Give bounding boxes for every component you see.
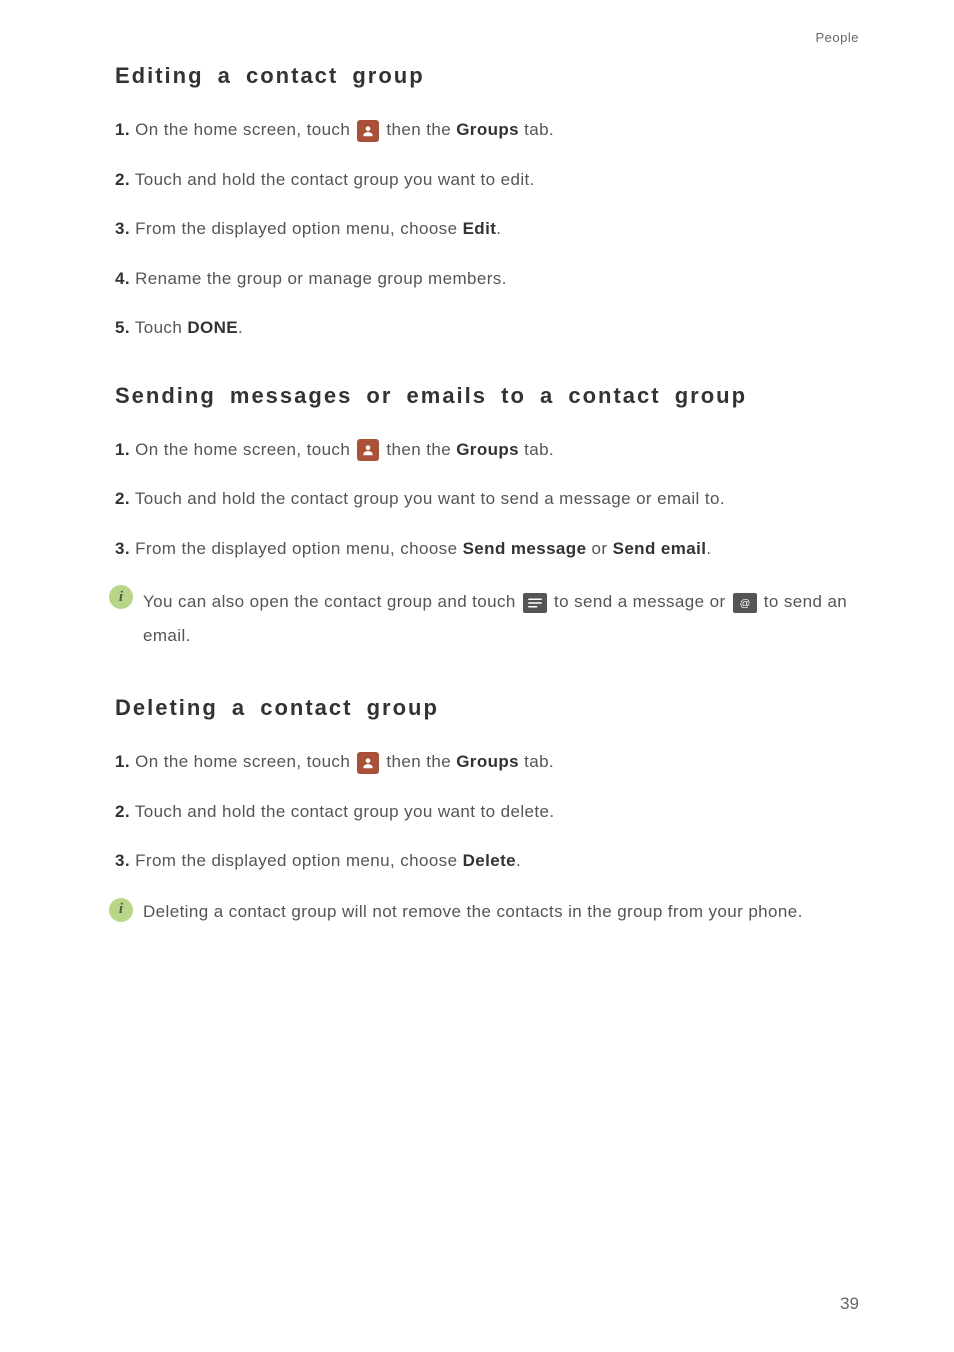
note-text-part: to send a message or [554, 592, 731, 611]
step-2-1: 1. On the home screen, touch then the Gr… [115, 437, 859, 463]
step-3-3: 3. From the displayed option menu, choos… [115, 848, 859, 874]
groups-label: Groups [456, 440, 519, 459]
step-text: Touch and hold the contact group you wan… [135, 802, 555, 821]
step-number: 2. [115, 489, 130, 508]
done-label: DONE [187, 318, 238, 337]
message-icon [523, 593, 547, 613]
step-text: Touch and hold the contact group you wan… [135, 489, 725, 508]
step-text: From the displayed option menu, choose [135, 539, 462, 558]
step-3-2: 2. Touch and hold the contact group you … [115, 799, 859, 825]
send-email-label: Send email [613, 539, 707, 558]
step-number: 1. [115, 440, 130, 459]
step-text: Rename the group or manage group members… [135, 269, 507, 288]
step-number: 3. [115, 851, 130, 870]
step-number: 2. [115, 802, 130, 821]
heading-editing-contact-group: Editing a contact group [115, 63, 859, 89]
step-1-3: 3. From the displayed option menu, choos… [115, 216, 859, 242]
step-1-4: 4. Rename the group or manage group memb… [115, 266, 859, 292]
step-number: 2. [115, 170, 130, 189]
edit-label: Edit [463, 219, 497, 238]
svg-text:@: @ [739, 597, 750, 609]
step-text: or [586, 539, 612, 558]
note-text: Deleting a contact group will not remove… [143, 898, 803, 925]
delete-label: Delete [463, 851, 516, 870]
step-text: tab. [519, 120, 554, 139]
step-text: tab. [519, 752, 554, 771]
step-text: . [238, 318, 243, 337]
header-section-label: People [115, 30, 859, 45]
groups-label: Groups [456, 752, 519, 771]
step-2-3: 3. From the displayed option menu, choos… [115, 536, 859, 562]
step-text: . [516, 851, 521, 870]
step-1-2: 2. Touch and hold the contact group you … [115, 167, 859, 193]
step-text: then the [386, 120, 456, 139]
step-text: From the displayed option menu, choose [135, 851, 462, 870]
step-text: On the home screen, touch [135, 440, 355, 459]
step-number: 1. [115, 120, 130, 139]
step-text: . [706, 539, 711, 558]
step-text: then the [386, 440, 456, 459]
step-text: On the home screen, touch [135, 120, 355, 139]
step-text: then the [386, 752, 456, 771]
step-3-1: 1. On the home screen, touch then the Gr… [115, 749, 859, 775]
info-icon: i [109, 585, 133, 609]
step-1-1: 1. On the home screen, touch then the Gr… [115, 117, 859, 143]
step-text: tab. [519, 440, 554, 459]
contacts-icon [357, 120, 379, 142]
step-number: 4. [115, 269, 130, 288]
note-text-part: You can also open the contact group and … [143, 592, 521, 611]
step-text: . [496, 219, 501, 238]
step-text: Touch and hold the contact group you wan… [135, 170, 535, 189]
page-number: 39 [840, 1294, 859, 1314]
step-number: 5. [115, 318, 130, 337]
send-message-label: Send message [463, 539, 587, 558]
info-note: i Deleting a contact group will not remo… [109, 898, 859, 925]
groups-label: Groups [456, 120, 519, 139]
note-text: You can also open the contact group and … [143, 585, 859, 653]
step-number: 3. [115, 539, 130, 558]
step-2-2: 2. Touch and hold the contact group you … [115, 486, 859, 512]
contacts-icon [357, 752, 379, 774]
info-icon: i [109, 898, 133, 922]
heading-sending-messages: Sending messages or emails to a contact … [115, 383, 859, 409]
step-text: Touch [135, 318, 188, 337]
contacts-icon [357, 439, 379, 461]
step-number: 3. [115, 219, 130, 238]
info-note: i You can also open the contact group an… [109, 585, 859, 653]
heading-deleting-contact-group: Deleting a contact group [115, 695, 859, 721]
step-number: 1. [115, 752, 130, 771]
step-1-5: 5. Touch DONE. [115, 315, 859, 341]
email-icon: @ [733, 593, 757, 613]
step-text: On the home screen, touch [135, 752, 355, 771]
step-text: From the displayed option menu, choose [135, 219, 462, 238]
